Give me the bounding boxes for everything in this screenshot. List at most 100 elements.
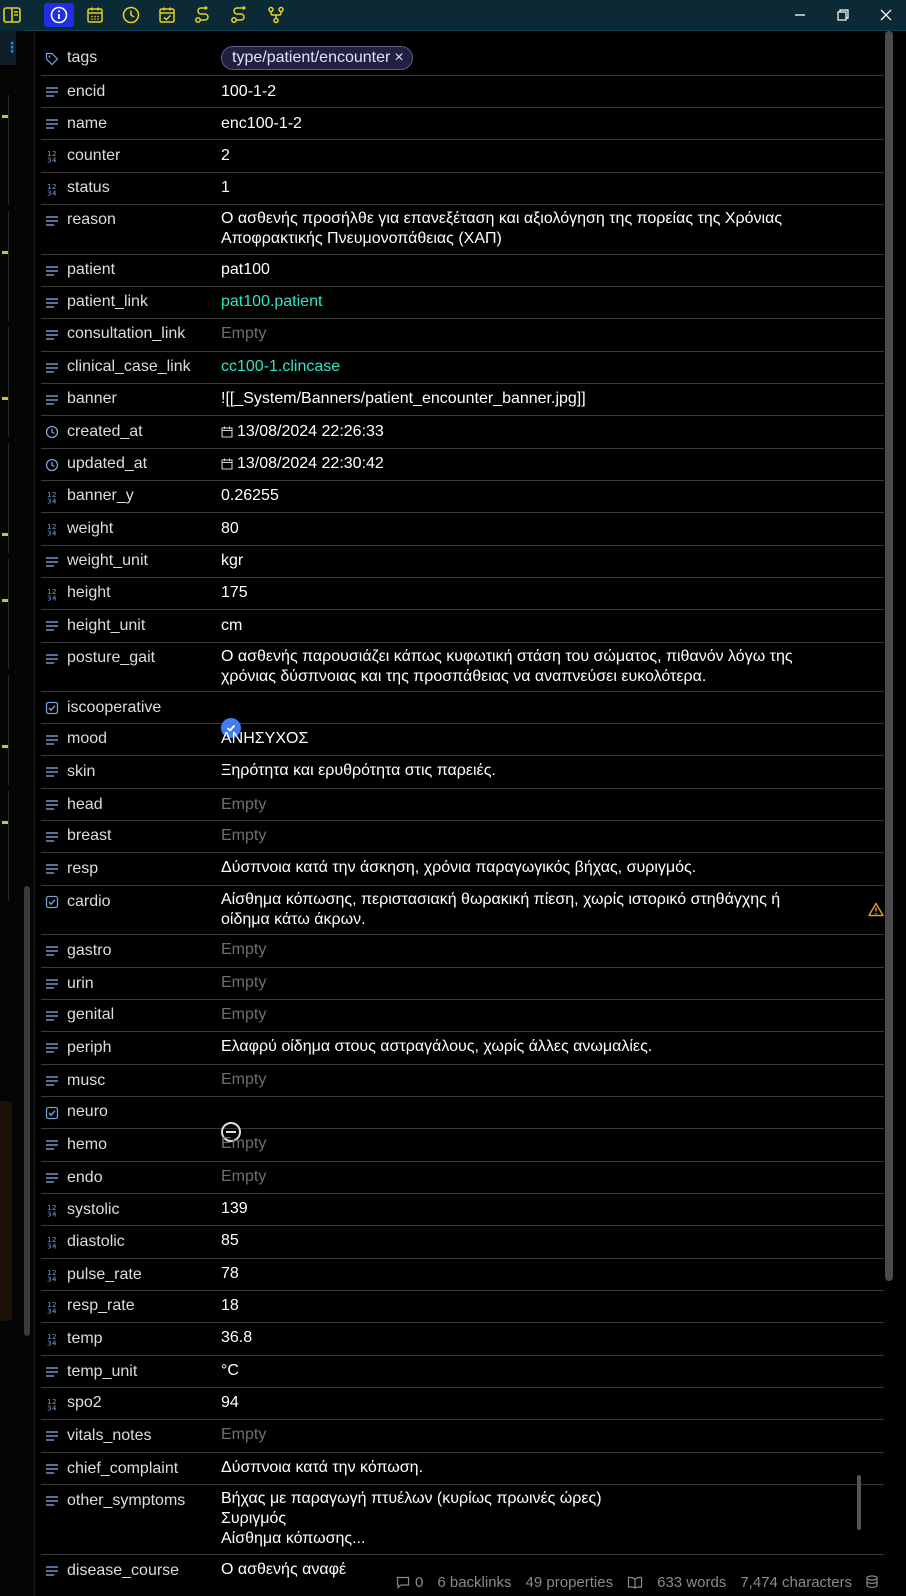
property-key[interactable]: systolic [67,1201,119,1219]
property-value-empty[interactable]: Empty [221,1167,831,1187]
property-key[interactable]: endo [67,1169,103,1187]
property-key[interactable]: patient [67,261,115,279]
property-value[interactable]: 1 [221,178,831,198]
property-value[interactable]: Ελαφρύ οίδημα στους αστραγάλους, χωρίς ά… [221,1037,831,1057]
property-value[interactable]: cm [221,616,831,636]
property-key[interactable]: clinical_case_link [67,358,191,376]
property-value[interactable]: 100-1-2 [221,82,831,102]
property-value[interactable]: 85 [221,1231,831,1251]
properties-count[interactable]: 49 properties [526,1574,614,1591]
tag-chip[interactable]: type/patient/encounter × [221,46,413,70]
property-value[interactable]: Ξηρότητα και ερυθρότητα στις παρειές. [221,761,831,781]
more-options-button[interactable]: ⋮ [0,31,19,65]
property-value[interactable]: 36.8 [221,1328,831,1348]
calendar-check-button[interactable] [152,3,182,27]
property-value[interactable]: Ο ασθενής προσήλθε για επανεξέταση και α… [221,209,831,249]
route-button[interactable] [188,3,218,27]
property-key[interactable]: neuro [67,1103,108,1121]
property-key[interactable]: pulse_rate [67,1266,142,1284]
property-key[interactable]: mood [67,730,107,748]
property-key[interactable]: banner [67,390,117,408]
property-key[interactable]: chief_complaint [67,1460,178,1478]
property-value[interactable]: 0.26255 [221,486,831,506]
main-scrollbar[interactable] [885,31,893,1281]
minimize-button[interactable] [780,3,820,27]
property-value-empty[interactable]: Empty [221,973,831,993]
property-value[interactable]: Ο ασθενής παρουσιάζει κάπως κυφωτική στά… [221,647,831,687]
comments-count[interactable]: 0 [396,1574,423,1591]
property-key[interactable]: height_unit [67,617,145,635]
property-value[interactable]: 80 [221,519,831,539]
property-key[interactable]: weight [67,520,113,538]
property-key[interactable]: counter [67,147,120,165]
property-key[interactable]: genital [67,1006,114,1024]
property-key[interactable]: banner_y [67,487,134,505]
restore-button[interactable] [823,3,863,27]
property-key[interactable]: resp_rate [67,1297,135,1315]
property-value[interactable]: enc100-1-2 [221,114,831,134]
property-value-link[interactable]: cc100-1.clincase [221,357,831,377]
property-key[interactable]: temp_unit [67,1363,137,1381]
database-button[interactable] [866,1575,878,1589]
tag-remove-icon[interactable]: × [394,49,403,66]
property-value-datetime[interactable]: 13/08/2024 22:30:42 [221,454,831,474]
property-value[interactable]: 94 [221,1393,831,1413]
property-value[interactable]: kgr [221,551,831,571]
property-value[interactable]: °C [221,1361,831,1381]
property-key[interactable]: gastro [67,942,111,960]
property-value-multiline[interactable]: Βήχας με παραγωγή πτυέλων (κυρίως πρωινέ… [221,1489,831,1551]
property-value-datetime[interactable]: 13/08/2024 22:26:33 [221,422,831,442]
property-key[interactable]: other_symptoms [67,1492,185,1510]
git-fork-button[interactable] [261,3,291,27]
sidebar-toggle-button[interactable] [0,0,24,31]
property-value-empty[interactable]: Empty [221,1425,831,1445]
property-value-empty[interactable]: Empty [221,324,831,344]
field-scrollbar[interactable] [857,1475,861,1530]
property-key[interactable]: status [67,179,110,197]
property-key[interactable]: periph [67,1039,111,1057]
property-key[interactable]: diastolic [67,1233,125,1251]
property-key[interactable]: skin [67,763,95,781]
property-key[interactable]: spo2 [67,1394,102,1412]
property-value[interactable]: Δύσπνοια κατά την άσκηση, χρόνια παραγωγ… [221,858,831,878]
calendar-button[interactable] [80,3,110,27]
property-key[interactable]: disease_course [67,1562,179,1580]
property-key[interactable]: name [67,115,107,133]
property-key[interactable]: consultation_link [67,325,185,343]
property-value[interactable]: Δύσπνοια κατά την κόπωση. [221,1458,831,1478]
property-key[interactable]: reason [67,211,116,229]
property-value[interactable]: pat100 [221,260,831,280]
property-value-empty[interactable]: Empty [221,826,831,846]
property-key[interactable]: urin [67,975,94,993]
route-alt-button[interactable] [224,3,254,27]
property-key[interactable]: patient_link [67,293,148,311]
property-key[interactable]: posture_gait [67,649,155,667]
property-value-empty[interactable]: Empty [221,1005,831,1025]
property-key[interactable]: musc [67,1072,105,1090]
property-key[interactable]: head [67,796,103,814]
info-tab-button[interactable] [44,3,74,27]
property-value[interactable]: 78 [221,1264,831,1284]
warning-icon[interactable] [868,902,884,922]
property-key[interactable]: iscooperative [67,699,161,717]
property-key[interactable]: created_at [67,423,143,441]
sidebar-scrollbar[interactable] [24,886,30,1336]
property-value-empty[interactable]: Empty [221,795,831,815]
property-value-link[interactable]: pat100.patient [221,292,831,312]
property-key[interactable]: resp [67,860,98,878]
property-key[interactable]: temp [67,1330,103,1348]
property-value[interactable]: ΑΝΗΣΥΧΟΣ [221,729,831,749]
property-key[interactable]: tags [67,49,97,67]
property-value[interactable]: 139 [221,1199,831,1219]
property-key[interactable]: hemo [67,1136,107,1154]
close-button[interactable] [866,3,906,27]
property-key[interactable]: cardio [67,893,111,911]
property-key[interactable]: vitals_notes [67,1427,152,1445]
property-value[interactable]: ![[_System/Banners/patient_encounter_ban… [221,389,831,409]
property-key[interactable]: height [67,584,111,602]
property-value[interactable]: 2 [221,146,831,166]
property-key[interactable]: encid [67,83,105,101]
property-value[interactable]: Αίσθημα κόπωσης, περιστασιακή θωρακική π… [221,890,831,930]
clock-button[interactable] [116,3,146,27]
property-value-empty[interactable]: Empty [221,1134,831,1154]
